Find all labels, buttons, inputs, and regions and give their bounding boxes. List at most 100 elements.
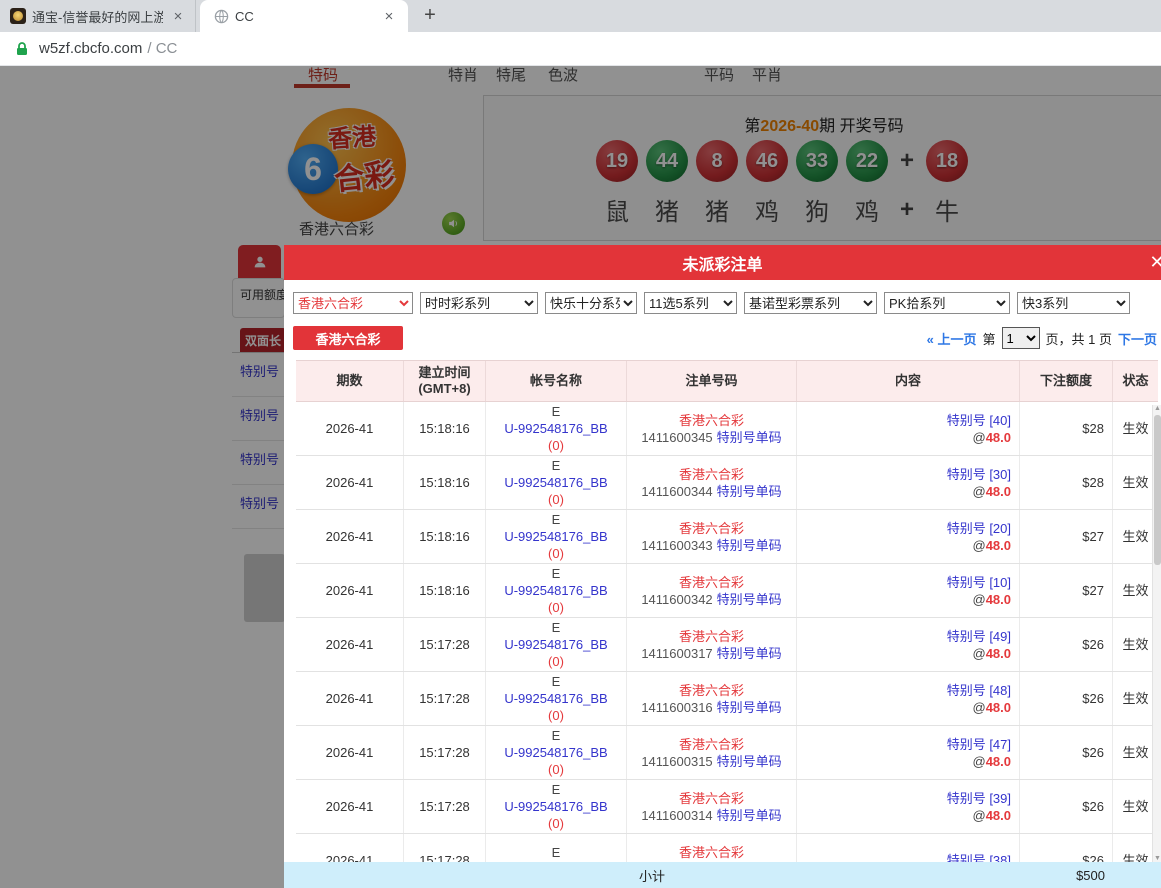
account-cell: E U-992548176_BB (0) [486, 456, 627, 509]
lottery-series-select[interactable]: 11选5系列 [644, 292, 737, 314]
table-row: 2026-41 15:17:28 E U-992548176_BB (0) 香港… [296, 618, 1158, 672]
account-link[interactable]: U-992548176_BB [504, 474, 607, 491]
order-cell: 香港六合彩 1411600317特别号单码 [627, 618, 797, 671]
page-label-after: 页，共 1 页 [1046, 329, 1112, 348]
lock-icon [14, 41, 30, 57]
pick-link[interactable]: 特别号 [40] [947, 412, 1011, 429]
time-cell: 15:18:16 [404, 564, 486, 617]
page-select[interactable]: 1 [1002, 327, 1040, 349]
modal-header: 未派彩注单 ✕ [284, 245, 1161, 280]
table-row: 2026-41 15:18:16 E U-992548176_BB (0) 香港… [296, 564, 1158, 618]
account-link[interactable]: U-992548176_BB [504, 528, 607, 545]
table-body: 2026-41 15:18:16 E U-992548176_BB (0) 香港… [296, 402, 1158, 888]
pick-link[interactable]: 特别号 [10] [947, 574, 1011, 591]
column-header: 期数 [296, 361, 404, 401]
order-type-link[interactable]: 特别号单码 [717, 538, 782, 553]
pick-link[interactable]: 特别号 [39] [947, 790, 1011, 807]
column-header: 建立时间(GMT+8) [404, 361, 486, 401]
pick-link[interactable]: 特别号 [20] [947, 520, 1011, 537]
lottery-filter-row: 香港六合彩时时彩系列快乐十分系列 11选5系列基诺型彩票系列 PK拾系列快3系列 [284, 280, 1161, 314]
account-cell: E U-992548176_BB (0) [486, 618, 627, 671]
order-type-link[interactable]: 特别号单码 [717, 808, 782, 823]
pagination: « 上一页 第 1 页，共 1 页 下一页 [927, 327, 1157, 349]
table-row: 2026-41 15:18:16 E U-992548176_BB (0) 香港… [296, 510, 1158, 564]
scroll-down-icon[interactable]: ▼ [1153, 855, 1161, 862]
order-cell: 香港六合彩 1411600315特别号单码 [627, 726, 797, 779]
prev-page-link[interactable]: « 上一页 [927, 329, 977, 348]
url-path: / CC [147, 40, 177, 57]
lottery-series-select[interactable]: 快3系列 [1017, 292, 1130, 314]
url-host: w5zf.cbcfo.com [39, 40, 142, 57]
content-cell: 特别号 [10] @48.0 [797, 564, 1020, 617]
tab-cc[interactable]: CC × [200, 0, 408, 32]
content-cell: 特别号 [30] @48.0 [797, 456, 1020, 509]
order-cell: 香港六合彩 1411600344特别号单码 [627, 456, 797, 509]
order-type-link[interactable]: 特别号单码 [717, 754, 782, 769]
modal-toolbar: 香港六合彩 « 上一页 第 1 页，共 1 页 下一页 [284, 326, 1161, 350]
account-link[interactable]: U-992548176_BB [504, 636, 607, 653]
table-row: 2026-41 15:17:28 E U-992548176_BB (0) 香港… [296, 780, 1158, 834]
pick-link[interactable]: 特别号 [48] [947, 682, 1011, 699]
pick-link[interactable]: 特别号 [47] [947, 736, 1011, 753]
table-row: 2026-41 15:17:28 E U-992548176_BB (0) 香港… [296, 672, 1158, 726]
lottery-series-select[interactable]: 基诺型彩票系列 [744, 292, 877, 314]
order-type-link[interactable]: 特别号单码 [717, 430, 782, 445]
tab-tongbao[interactable]: 通宝-信誉最好的网上游戏平 × [0, 0, 196, 32]
content-cell: 特别号 [40] @48.0 [797, 402, 1020, 455]
order-type-link[interactable]: 特别号单码 [717, 484, 782, 499]
column-header: 帐号名称 [486, 361, 627, 401]
lottery-series-select[interactable]: 时时彩系列 [420, 292, 538, 314]
amount-cell: $27 [1020, 510, 1113, 563]
column-header: 下注额度 [1020, 361, 1113, 401]
account-link[interactable]: U-992548176_BB [504, 798, 607, 815]
lottery-tab-button[interactable]: 香港六合彩 [293, 326, 403, 350]
close-icon[interactable]: ✕ [1146, 252, 1161, 273]
order-type-link[interactable]: 特别号单码 [717, 592, 782, 607]
modal-title: 未派彩注单 [682, 251, 762, 275]
lottery-series-select[interactable]: PK拾系列 [884, 292, 1010, 314]
table-row: 2026-41 15:17:28 E U-992548176_BB (0) 香港… [296, 726, 1158, 780]
order-type-link[interactable]: 特别号单码 [717, 646, 782, 661]
globe-icon [214, 9, 229, 24]
time-cell: 15:18:16 [404, 510, 486, 563]
tab-close-icon[interactable]: × [380, 8, 398, 25]
order-type-link[interactable]: 特别号单码 [717, 700, 782, 715]
subtotal-label: 小计 [284, 866, 1020, 885]
time-cell: 15:18:16 [404, 456, 486, 509]
tongbao-favicon [10, 8, 26, 24]
amount-cell: $28 [1020, 456, 1113, 509]
browser-tab-bar: 通宝-信誉最好的网上游戏平 × CC × + [0, 0, 1161, 32]
address-bar[interactable]: w5zf.cbcfo.com / CC [0, 32, 1161, 66]
account-link[interactable]: U-992548176_BB [504, 420, 607, 437]
content-cell: 特别号 [39] @48.0 [797, 780, 1020, 833]
content-cell: 特别号 [48] @48.0 [797, 672, 1020, 725]
amount-cell: $26 [1020, 618, 1113, 671]
pick-link[interactable]: 特别号 [30] [947, 466, 1011, 483]
period-cell: 2026-41 [296, 618, 404, 671]
table-scrollbar[interactable]: ▲ ▼ [1152, 405, 1161, 862]
account-link[interactable]: U-992548176_BB [504, 744, 607, 761]
subtotal-amount: $500 [1020, 868, 1113, 883]
order-cell: 香港六合彩 1411600314特别号单码 [627, 780, 797, 833]
tab-close-icon[interactable]: × [169, 8, 187, 25]
subtotal-bar: 小计 $500 [284, 862, 1161, 888]
account-link[interactable]: U-992548176_BB [504, 690, 607, 707]
pick-link[interactable]: 特别号 [49] [947, 628, 1011, 645]
lottery-series-select[interactable]: 香港六合彩 [293, 292, 413, 314]
next-page-link[interactable]: 下一页 [1118, 329, 1157, 348]
account-link[interactable]: U-992548176_BB [504, 582, 607, 599]
unsettled-bets-modal: 未派彩注单 ✕ 香港六合彩时时彩系列快乐十分系列 11选5系列基诺型彩票系列 PK拾… [284, 245, 1161, 888]
new-tab-button[interactable]: + [418, 4, 442, 28]
account-cell: E U-992548176_BB (0) [486, 564, 627, 617]
table-row: 2026-41 15:18:16 E U-992548176_BB (0) 香港… [296, 456, 1158, 510]
period-cell: 2026-41 [296, 402, 404, 455]
column-header: 注单号码 [627, 361, 797, 401]
period-cell: 2026-41 [296, 456, 404, 509]
time-cell: 15:17:28 [404, 780, 486, 833]
scrollbar-thumb[interactable] [1154, 415, 1161, 565]
period-cell: 2026-41 [296, 510, 404, 563]
lottery-series-select[interactable]: 快乐十分系列 [545, 292, 637, 314]
period-cell: 2026-41 [296, 780, 404, 833]
scroll-up-icon[interactable]: ▲ [1153, 405, 1161, 412]
amount-cell: $28 [1020, 402, 1113, 455]
